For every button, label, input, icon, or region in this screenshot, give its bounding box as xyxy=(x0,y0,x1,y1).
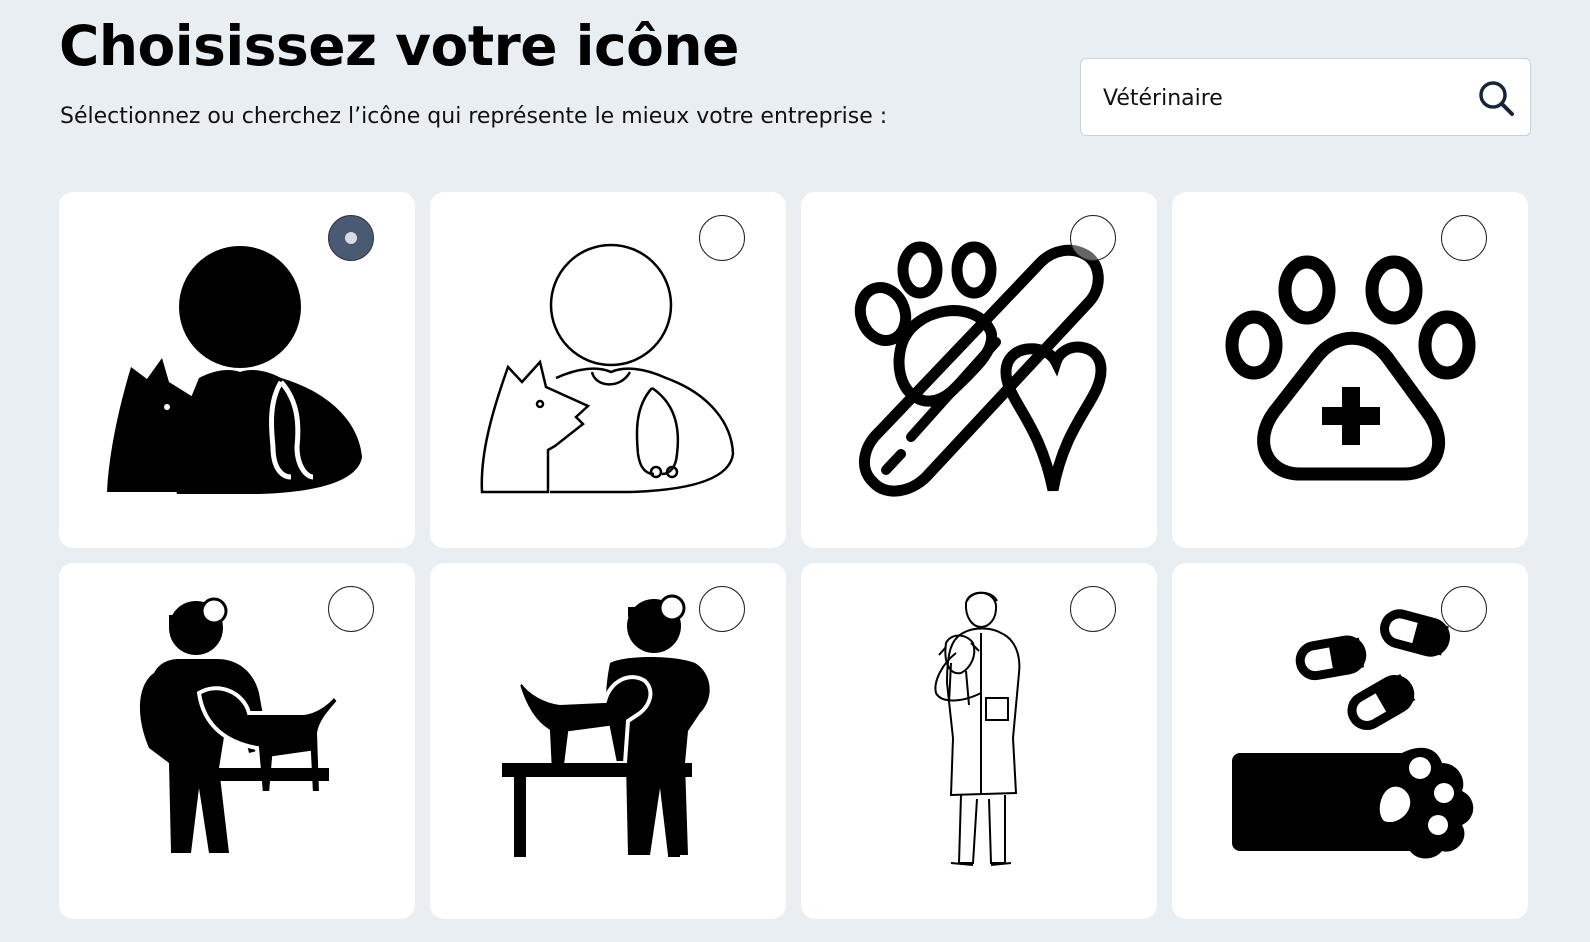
selection-radio[interactable] xyxy=(699,215,745,261)
icon-grid xyxy=(59,192,1528,919)
page-subtitle: Sélectionnez ou cherchez l’icône qui rep… xyxy=(60,104,888,129)
selection-radio[interactable] xyxy=(1070,215,1116,261)
selection-radio[interactable] xyxy=(1070,586,1116,632)
selection-radio[interactable] xyxy=(328,215,374,261)
icon-option-card[interactable] xyxy=(1172,563,1528,919)
selection-radio[interactable] xyxy=(1441,586,1487,632)
page-title: Choisissez votre icône xyxy=(59,14,739,78)
icon-option-card[interactable] xyxy=(801,563,1157,919)
icon-option-card[interactable] xyxy=(430,563,786,919)
icon-option-card[interactable] xyxy=(1172,192,1528,548)
selection-radio[interactable] xyxy=(699,586,745,632)
icon-option-card[interactable] xyxy=(59,563,415,919)
search-box xyxy=(1080,58,1531,137)
icon-option-card[interactable] xyxy=(59,192,415,548)
selection-radio[interactable] xyxy=(1441,215,1487,261)
selection-radio[interactable] xyxy=(328,586,374,632)
search-input[interactable] xyxy=(1101,59,1455,137)
icon-option-card[interactable] xyxy=(801,192,1157,548)
icon-option-card[interactable] xyxy=(430,192,786,548)
search-icon[interactable] xyxy=(1476,78,1516,118)
